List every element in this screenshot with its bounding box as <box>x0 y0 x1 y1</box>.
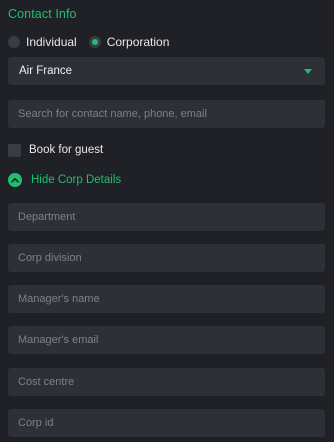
book-for-guest-checkbox[interactable] <box>8 143 21 157</box>
chevron-up-icon[interactable] <box>8 173 22 187</box>
cost-centre-input[interactable] <box>18 376 325 388</box>
manager-email-input[interactable] <box>18 334 325 346</box>
manager-name-input[interactable] <box>18 293 325 305</box>
radio-corporation-circle[interactable] <box>88 36 101 48</box>
department-field[interactable] <box>8 203 325 231</box>
caret-down-icon[interactable] <box>304 69 312 74</box>
manager-email-field[interactable] <box>8 326 325 354</box>
hide-corp-details-label: Hide Corp Details <box>31 174 122 186</box>
corp-division-input[interactable] <box>18 252 325 264</box>
department-input[interactable] <box>18 211 325 223</box>
corp-division-field[interactable] <box>8 244 325 272</box>
radio-individual-circle[interactable] <box>8 36 20 48</box>
book-for-guest-label: Book for guest <box>29 144 104 156</box>
radio-corporation[interactable]: Corporation <box>88 35 170 49</box>
corp-id-input[interactable] <box>18 417 325 429</box>
company-select[interactable]: Air France <box>8 57 325 85</box>
company-select-value: Air France <box>19 65 73 77</box>
section-title: Contact Info <box>8 7 77 21</box>
contact-info-panel: Contact Info Individual Corporation Air … <box>0 0 334 442</box>
contact-search-input[interactable] <box>18 108 325 120</box>
radio-individual-label: Individual <box>26 35 77 49</box>
manager-name-field[interactable] <box>8 285 325 313</box>
radio-individual[interactable]: Individual <box>8 35 77 49</box>
radio-corporation-label: Corporation <box>106 35 170 49</box>
contact-type-radio-group: Individual Corporation <box>8 34 181 50</box>
book-for-guest-option[interactable]: Book for guest <box>8 143 103 157</box>
contact-search-field[interactable] <box>8 100 325 128</box>
cost-centre-field[interactable] <box>8 368 325 396</box>
corp-id-field[interactable] <box>8 409 325 437</box>
hide-corp-details-toggle[interactable]: Hide Corp Details <box>8 172 121 188</box>
